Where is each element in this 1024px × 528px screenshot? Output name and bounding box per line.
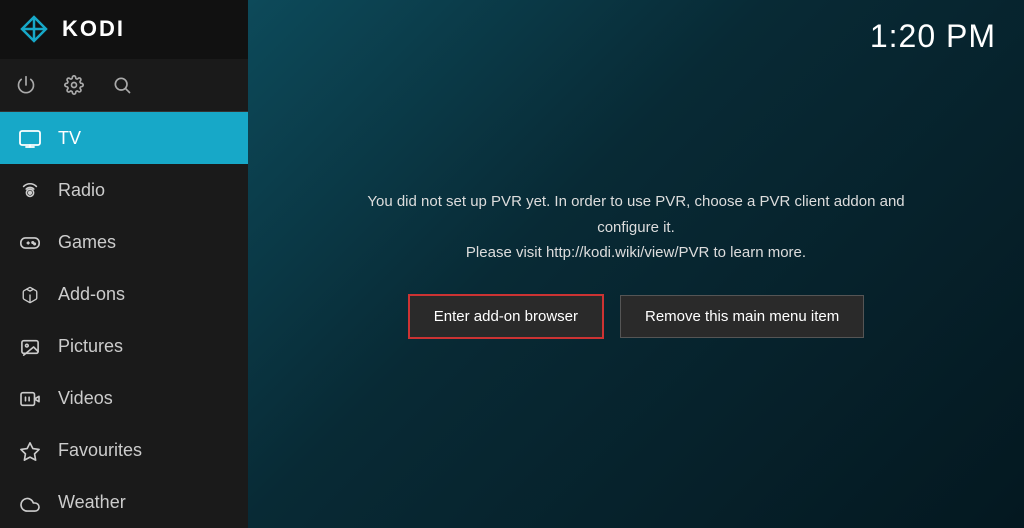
kodi-logo-icon [16, 11, 52, 47]
videos-icon [16, 388, 44, 409]
sidebar-item-pictures[interactable]: Pictures [0, 320, 248, 372]
remove-menu-item-button[interactable]: Remove this main menu item [620, 295, 864, 338]
settings-icon[interactable] [64, 75, 84, 95]
enter-addon-browser-button[interactable]: Enter add-on browser [408, 294, 604, 339]
sidebar-item-favourites-label: Favourites [58, 440, 142, 461]
pictures-icon [16, 336, 44, 357]
pvr-message: You did not set up PVR yet. In order to … [336, 189, 936, 266]
app-title: KODI [62, 16, 125, 42]
tv-icon [16, 128, 44, 149]
pvr-message-line1: You did not set up PVR yet. In order to … [367, 193, 904, 236]
favourites-icon [16, 439, 44, 460]
sidebar-item-games[interactable]: Games [0, 216, 248, 268]
pvr-dialog: You did not set up PVR yet. In order to … [296, 169, 976, 359]
sidebar-item-games-label: Games [58, 232, 116, 253]
addons-icon [16, 284, 44, 305]
sidebar-item-tv-label: TV [58, 128, 81, 149]
sidebar-item-videos[interactable]: Videos [0, 372, 248, 424]
main-content: 1:20 PM You did not set up PVR yet. In o… [248, 0, 1024, 528]
clock: 1:20 PM [870, 18, 996, 55]
radio-icon [16, 180, 44, 201]
sidebar-item-addons-label: Add-ons [58, 284, 125, 305]
sidebar-item-radio-label: Radio [58, 180, 105, 201]
pvr-message-line2: Please visit http://kodi.wiki/view/PVR t… [466, 244, 806, 261]
sidebar-item-pictures-label: Pictures [58, 336, 123, 357]
sidebar-nav: TV Radio [0, 112, 248, 528]
sidebar-item-videos-label: Videos [58, 388, 113, 409]
sidebar-item-addons[interactable]: Add-ons [0, 268, 248, 320]
sidebar-header: KODI [0, 0, 248, 59]
sidebar-item-weather-label: Weather [58, 492, 126, 513]
search-icon[interactable] [112, 75, 132, 95]
power-icon[interactable] [16, 75, 36, 95]
pvr-buttons: Enter add-on browser Remove this main me… [336, 294, 936, 339]
sidebar: KODI [0, 0, 248, 528]
sidebar-item-radio[interactable]: Radio [0, 164, 248, 216]
games-icon [16, 232, 44, 253]
sidebar-toolbar [0, 59, 248, 112]
sidebar-item-weather[interactable]: Weather [0, 476, 248, 528]
sidebar-item-tv[interactable]: TV [0, 112, 248, 164]
sidebar-item-favourites[interactable]: Favourites [0, 424, 248, 476]
weather-icon [16, 492, 44, 513]
